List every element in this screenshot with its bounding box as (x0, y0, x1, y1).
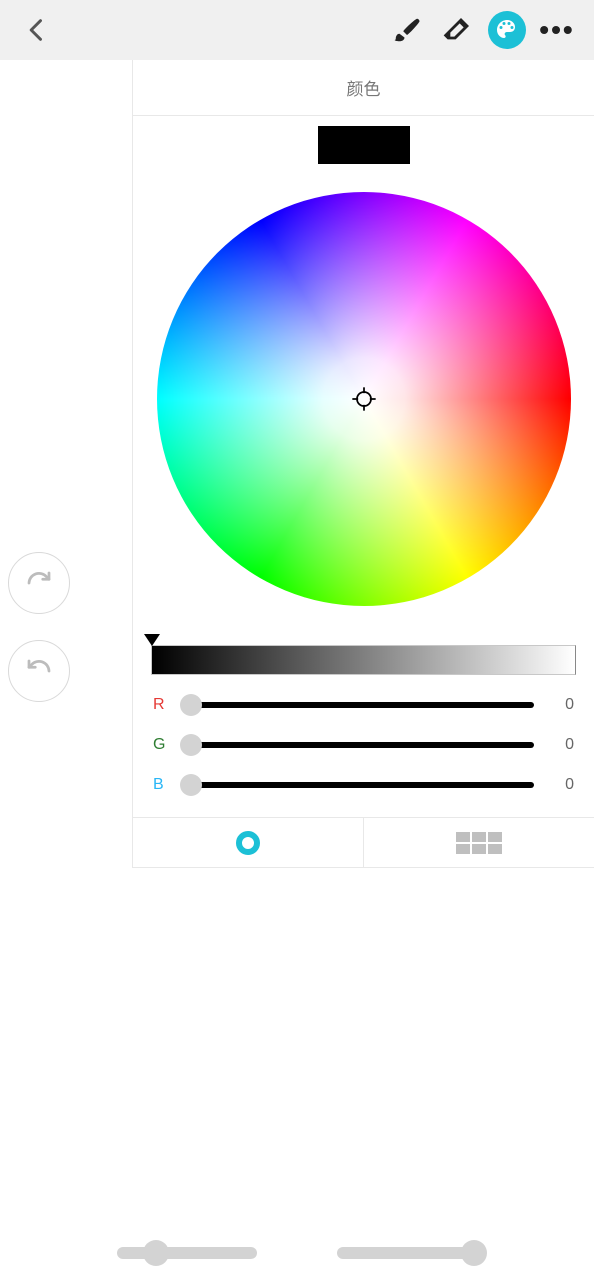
tab-wheel[interactable] (133, 818, 363, 867)
grid-icon (456, 832, 502, 854)
current-color-row (133, 116, 594, 172)
brightness-slider-container (133, 634, 594, 687)
color-panel-tabs (133, 817, 594, 867)
brightness-slider[interactable] (151, 645, 576, 675)
g-slider-row: G 0 (153, 733, 574, 757)
g-value: 0 (548, 736, 574, 754)
r-label: R (153, 696, 167, 714)
back-button[interactable] (12, 5, 62, 55)
rgb-sliders: R 0 G 0 B 0 (133, 687, 594, 797)
redo-button[interactable] (8, 552, 70, 614)
more-options-button[interactable]: ••• (532, 5, 582, 55)
g-label: G (153, 736, 167, 754)
current-color-swatch[interactable] (318, 126, 410, 164)
color-panel: 颜色 R 0 G 0 B (132, 60, 594, 868)
brush-tool-button[interactable] (382, 5, 432, 55)
undo-button[interactable] (8, 640, 70, 702)
b-label: B (153, 776, 167, 794)
g-slider[interactable] (181, 735, 534, 755)
brightness-pointer-icon[interactable] (144, 634, 160, 646)
b-slider-row: B 0 (153, 773, 574, 797)
color-palette-button[interactable] (482, 5, 532, 55)
b-slider[interactable] (181, 775, 534, 795)
ring-icon (236, 831, 260, 855)
color-wheel-container (133, 172, 594, 634)
history-buttons (8, 552, 70, 702)
r-slider-row: R 0 (153, 693, 574, 717)
b-value: 0 (548, 776, 574, 794)
brush-size-slider[interactable] (117, 1244, 257, 1262)
tab-swatches[interactable] (363, 818, 594, 867)
r-value: 0 (548, 696, 574, 714)
bottom-sliders (0, 1244, 594, 1262)
color-wheel-crosshair[interactable] (350, 385, 378, 413)
color-wheel[interactable] (157, 192, 571, 606)
brush-opacity-slider[interactable] (337, 1244, 477, 1262)
top-toolbar: ••• (0, 0, 594, 60)
panel-title: 颜色 (133, 60, 594, 116)
r-slider[interactable] (181, 695, 534, 715)
eraser-tool-button[interactable] (432, 5, 482, 55)
more-icon: ••• (539, 16, 574, 44)
